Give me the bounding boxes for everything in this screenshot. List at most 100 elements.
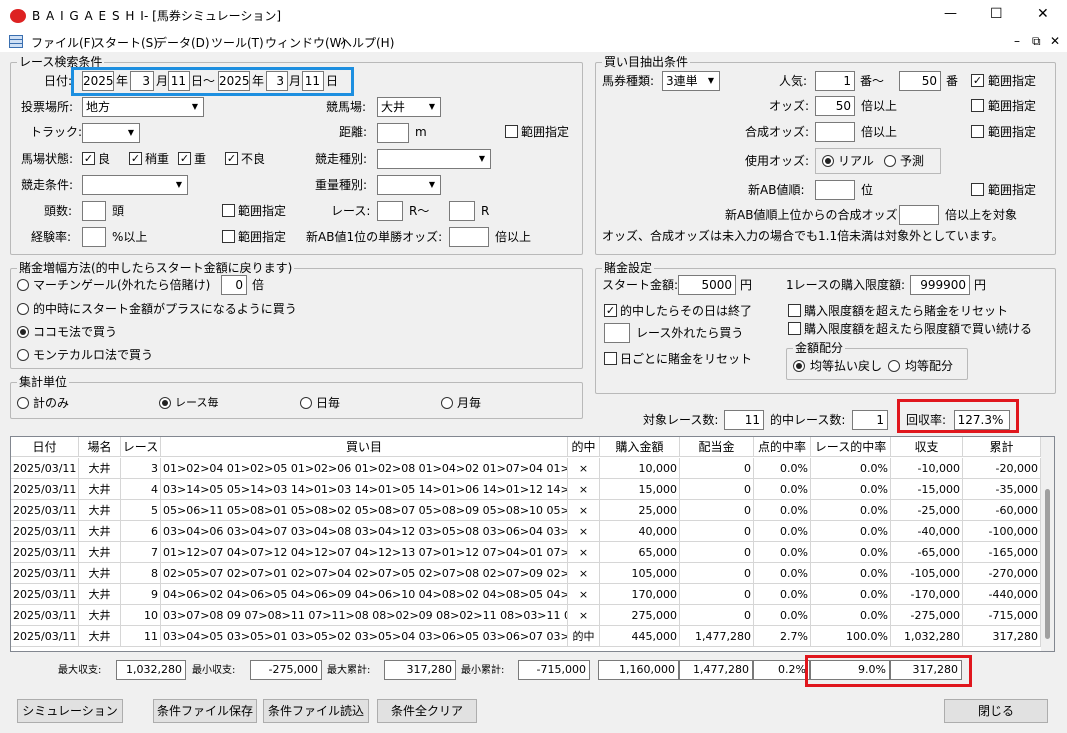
mdi-minimize-button[interactable]: – (1014, 34, 1020, 48)
cell-hit[interactable]: × (568, 605, 600, 626)
martingale-mult-input[interactable]: 0 (221, 275, 247, 295)
cell-venue[interactable]: 大井 (79, 584, 121, 605)
table-row[interactable]: 2025/03/11 大井 10 03>07>08 09 07>08>11 07>11… (11, 605, 1041, 626)
cell-point-rate[interactable]: 0.0% (754, 479, 811, 500)
cell-bets[interactable]: 05>06>11 05>08>01 05>08>02 05>08>07 05>0… (161, 500, 568, 521)
cell-point-rate[interactable]: 0.0% (754, 563, 811, 584)
cell-point-rate[interactable]: 0.0% (754, 521, 811, 542)
cell-venue[interactable]: 大井 (79, 563, 121, 584)
venue-select[interactable]: 地方 ▼ (82, 97, 204, 117)
cell-income[interactable]: -170,000 (891, 584, 963, 605)
exp-input[interactable] (82, 227, 106, 247)
cell-income[interactable]: -65,000 (891, 542, 963, 563)
race-miss-input[interactable] (604, 323, 630, 343)
cell-race[interactable]: 10 (121, 605, 161, 626)
cell-point-rate[interactable]: 0.0% (754, 542, 811, 563)
cell-cumulative[interactable]: -715,000 (963, 605, 1041, 626)
pop-from-input[interactable]: 1 (815, 71, 855, 91)
cell-hit[interactable]: × (568, 542, 600, 563)
cell-venue[interactable]: 大井 (79, 500, 121, 521)
odds-range-checkbox[interactable] (971, 99, 984, 112)
cell-hit[interactable]: × (568, 563, 600, 584)
cell-race-rate[interactable]: 0.0% (811, 584, 891, 605)
load-conditions-button[interactable]: 条件ファイル読込 (263, 699, 369, 723)
cell-cumulative[interactable]: 317,280 (963, 626, 1041, 647)
race-from-input[interactable] (377, 201, 403, 221)
cell-payout[interactable]: 1,477,280 (680, 626, 754, 647)
cell-venue[interactable]: 大井 (79, 458, 121, 479)
cell-bets[interactable]: 02>05>07 02>07>01 02>07>04 02>07>05 02>0… (161, 563, 568, 584)
race-to-input[interactable] (449, 201, 475, 221)
col-header[interactable]: 買い目 (161, 437, 568, 457)
track-select[interactable]: 大井 ▼ (377, 97, 441, 117)
cell-buy[interactable]: 10,000 (600, 458, 680, 479)
cell-hit[interactable]: × (568, 584, 600, 605)
agg-month-radio[interactable] (441, 397, 453, 409)
cell-race-rate[interactable]: 0.0% (811, 479, 891, 500)
equal-split-radio[interactable] (888, 360, 900, 372)
reset-on-limit-checkbox[interactable] (788, 304, 801, 317)
cell-cumulative[interactable]: -440,000 (963, 584, 1041, 605)
reset-daily-checkbox[interactable] (604, 352, 617, 365)
col-header[interactable]: 収支 (891, 437, 963, 457)
ab-rank-range-checkbox[interactable] (971, 183, 984, 196)
table-row[interactable]: 2025/03/11 大井 6 03>04>06 03>04>07 03>04>08 … (11, 521, 1041, 542)
cell-date[interactable]: 2025/03/11 (11, 521, 79, 542)
cell-race-rate[interactable]: 0.0% (811, 563, 891, 584)
cell-payout[interactable]: 0 (680, 458, 754, 479)
simulation-button[interactable]: シミュレーション (17, 699, 123, 723)
start-amount-input[interactable]: 5000 (678, 275, 736, 295)
col-header[interactable]: 的中 (568, 437, 600, 457)
cell-income[interactable]: 1,032,280 (891, 626, 963, 647)
cell-hit[interactable]: × (568, 521, 600, 542)
minimize-button[interactable]: — (944, 6, 957, 22)
cond-bad-checkbox[interactable]: ✓ (225, 152, 238, 165)
mdi-restore-button[interactable]: ⧉ (1032, 34, 1041, 49)
scrollbar-thumb[interactable] (1045, 489, 1050, 639)
exp-range-checkbox[interactable] (222, 230, 235, 243)
course-select[interactable]: ▼ (82, 123, 140, 143)
cell-cumulative[interactable]: -35,000 (963, 479, 1041, 500)
maximize-button[interactable]: ☐ (990, 6, 1003, 22)
cell-race[interactable]: 4 (121, 479, 161, 500)
odds-real-radio[interactable] (822, 155, 834, 167)
cell-bets[interactable]: 04>06>02 04>06>05 04>06>09 04>06>10 04>0… (161, 584, 568, 605)
cell-race-rate[interactable]: 100.0% (811, 626, 891, 647)
table-row[interactable]: 2025/03/11 大井 4 03>14>05 05>14>03 14>01>03 … (11, 479, 1041, 500)
mdi-close-button[interactable]: ✕ (1050, 34, 1060, 48)
cell-race[interactable]: 6 (121, 521, 161, 542)
cell-venue[interactable]: 大井 (79, 479, 121, 500)
cell-race[interactable]: 11 (121, 626, 161, 647)
equal-payout-radio[interactable] (793, 360, 805, 372)
cond-slightly-heavy-checkbox[interactable]: ✓ (129, 152, 142, 165)
menu-start[interactable]: スタート(S) (93, 34, 158, 51)
martingale-radio[interactable] (17, 279, 29, 291)
cell-buy[interactable]: 25,000 (600, 500, 680, 521)
race-type-select[interactable]: ▼ (377, 149, 491, 169)
cell-date[interactable]: 2025/03/11 (11, 605, 79, 626)
weight-select[interactable]: ▼ (377, 175, 441, 195)
cell-payout[interactable]: 0 (680, 605, 754, 626)
ab-comb-input[interactable] (899, 205, 939, 225)
cell-race[interactable]: 7 (121, 542, 161, 563)
cell-date[interactable]: 2025/03/11 (11, 626, 79, 647)
cell-bets[interactable]: 01>02>04 01>02>05 01>02>06 01>02>08 01>0… (161, 458, 568, 479)
montecarlo-radio[interactable] (17, 349, 29, 361)
cell-race[interactable]: 5 (121, 500, 161, 521)
col-header[interactable]: 配当金 (680, 437, 754, 457)
save-conditions-button[interactable]: 条件ファイル保存 (153, 699, 257, 723)
cell-payout[interactable]: 0 (680, 584, 754, 605)
continue-at-limit-checkbox[interactable] (788, 322, 801, 335)
menu-file[interactable]: ファイル(F) (31, 34, 95, 51)
cell-hit[interactable]: × (568, 458, 600, 479)
end-day-on-hit-checkbox[interactable]: ✓ (604, 304, 617, 317)
cell-cumulative[interactable]: -20,000 (963, 458, 1041, 479)
cell-race-rate[interactable]: 0.0% (811, 542, 891, 563)
table-row[interactable]: 2025/03/11 大井 9 04>06>02 04>06>05 04>06>09 … (11, 584, 1041, 605)
cell-bets[interactable]: 01>12>07 04>07>12 04>12>07 04>12>13 07>0… (161, 542, 568, 563)
cell-payout[interactable]: 0 (680, 542, 754, 563)
cell-date[interactable]: 2025/03/11 (11, 584, 79, 605)
cell-cumulative[interactable]: -100,000 (963, 521, 1041, 542)
cell-race-rate[interactable]: 0.0% (811, 500, 891, 521)
menu-tool[interactable]: ツール(T) (211, 34, 264, 51)
